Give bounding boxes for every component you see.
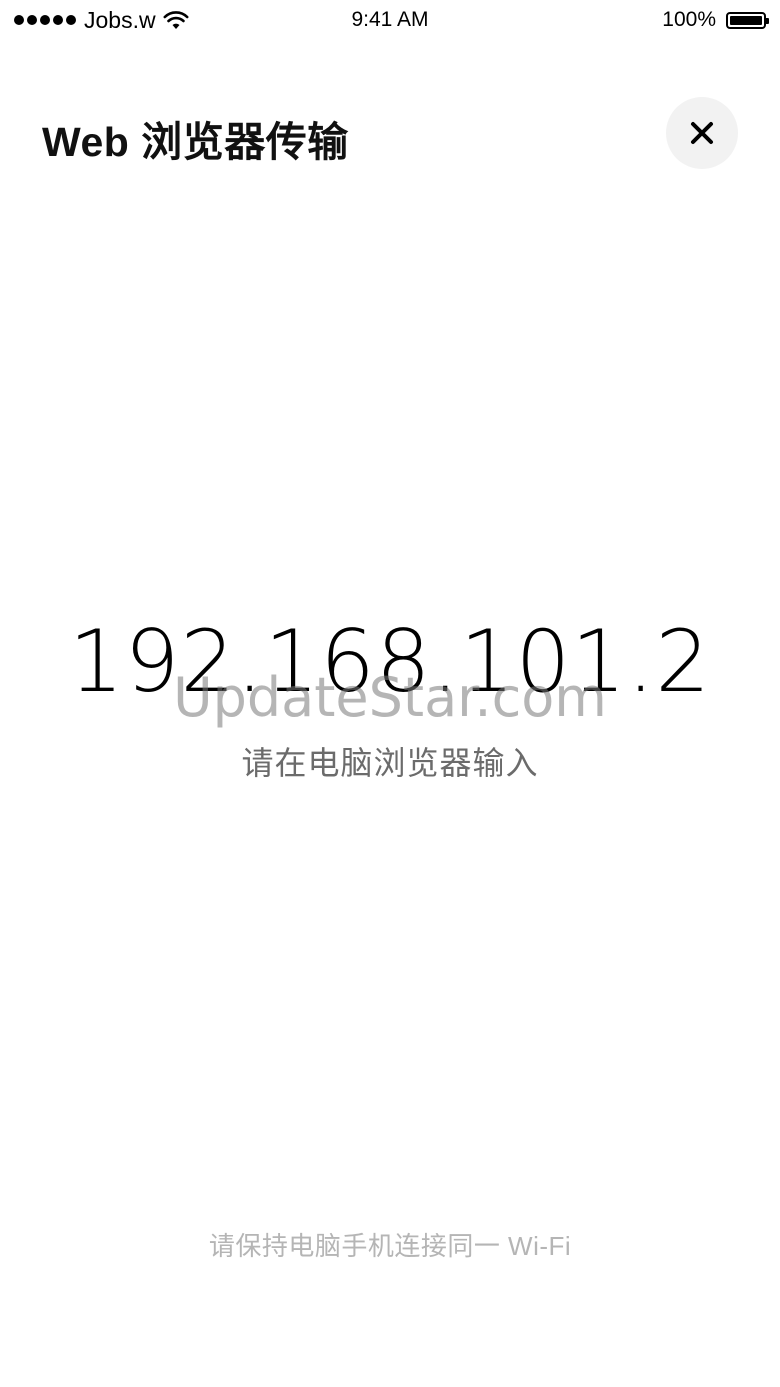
close-icon xyxy=(691,122,713,144)
status-bar: Jobs.w 9:41 AM 100% xyxy=(0,0,780,40)
battery-percentage: 100% xyxy=(662,8,716,31)
close-button[interactable] xyxy=(666,97,738,169)
page-title: Web 浏览器传输 xyxy=(42,119,349,165)
instruction-text: 请在电脑浏览器输入 xyxy=(241,745,539,781)
battery-icon xyxy=(726,11,769,29)
battery-fill xyxy=(730,15,762,25)
status-bar-right: 100% xyxy=(662,6,769,34)
wifi-hint: 请保持电脑手机连接同一 Wi-Fi xyxy=(208,1231,572,1261)
ip-address: 192.168.101.2 xyxy=(68,612,712,712)
